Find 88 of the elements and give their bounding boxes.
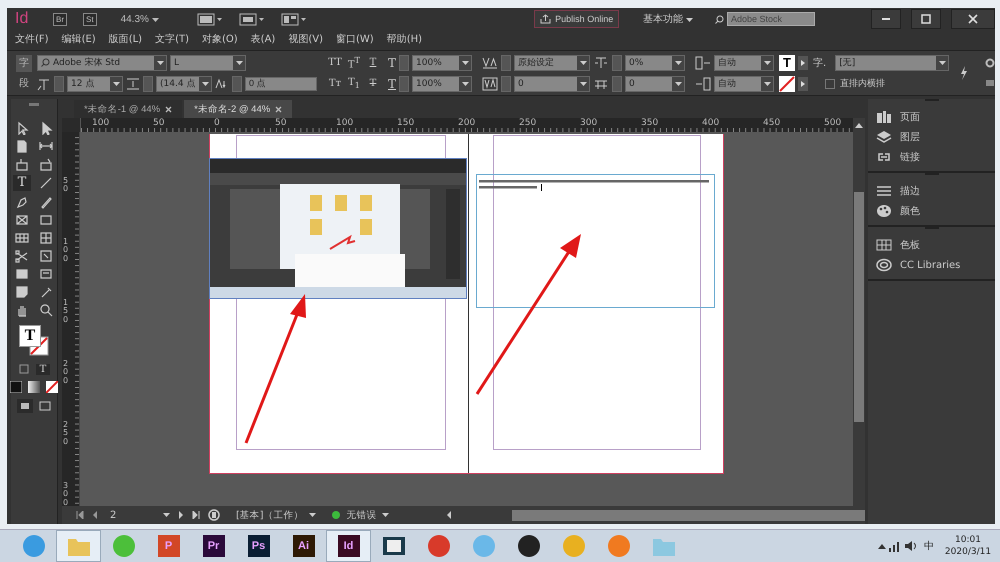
tracking-field[interactable]: 0 <box>514 76 590 92</box>
ruler-label: 500 <box>822 118 842 128</box>
type-style-button[interactable]: T$^{T}$ <box>346 54 362 70</box>
app-tile-icon: Pr <box>202 535 224 557</box>
text-fill-swatch[interactable]: T <box>779 54 796 70</box>
input-method-indicator[interactable]: 中 <box>924 539 934 553</box>
panel-item[interactable]: 链接 <box>868 147 995 167</box>
type-style-button[interactable]: T <box>365 78 381 89</box>
text-format-button[interactable]: T <box>36 364 50 374</box>
ruler-label: 200 <box>63 360 71 386</box>
app-tile-icon: Ps <box>248 535 270 557</box>
menu-item[interactable]: 帮助(H) <box>386 32 422 46</box>
ruler-label: 200 <box>456 118 476 128</box>
ruler-label: 250 <box>517 118 536 128</box>
page-number-dropdown[interactable]: 2 <box>106 508 170 522</box>
ruler-label: 400 <box>700 118 720 128</box>
taskbar-button[interactable]: Pr <box>192 531 235 561</box>
type-style-button[interactable]: T <box>365 57 381 68</box>
ruler-label: 250 <box>63 421 71 446</box>
taskbar-button[interactable]: Ps <box>237 531 280 561</box>
ruler-label: 50 <box>63 177 71 194</box>
kerning-dropdown[interactable]: 原始设定 <box>514 54 590 70</box>
horizontal-scale-icon: T <box>388 76 396 90</box>
menu-item[interactable]: 窗口(W) <box>336 32 374 46</box>
ruler-label: 350 <box>639 118 658 128</box>
ruler-label: 100 <box>63 238 71 264</box>
ruler-label: 150 <box>395 118 414 128</box>
vertical-scale-field[interactable]: 100% <box>412 54 472 70</box>
bridge-button[interactable]: Br <box>53 12 67 26</box>
menu-item[interactable]: 文件(F) <box>15 32 49 46</box>
publish-online-button[interactable]: Publish Online <box>534 10 620 28</box>
type-style-button[interactable]: TT <box>327 57 343 68</box>
ruler-label: 450 <box>761 118 780 128</box>
type-style-button[interactable]: T$_{1}$ <box>346 77 362 90</box>
panel-item[interactable]: 描边 <box>868 181 995 201</box>
tate-chu-yoko-checkbox[interactable]: 直排内横排 <box>825 77 886 90</box>
stock-search-field[interactable]: Adobe Stock <box>727 12 815 26</box>
grid-field[interactable]: 0 <box>625 76 686 92</box>
panel-item[interactable]: CC Libraries <box>868 255 995 275</box>
taskbar-button[interactable]: Ai <box>282 531 325 561</box>
character-style-dropdown[interactable]: [无] <box>835 54 950 70</box>
font-style-dropdown[interactable]: L <box>170 54 246 70</box>
baseline-shift-field[interactable]: 0 点 <box>245 76 317 90</box>
stock-button[interactable]: St <box>83 12 97 26</box>
leading-field[interactable]: (14.4 点 <box>156 76 212 92</box>
ruler-label: 150 <box>63 299 71 324</box>
app-tile-icon: Ai <box>292 535 314 557</box>
app-tile-icon: Id <box>338 535 360 557</box>
menu-item[interactable]: 文字(T) <box>155 32 189 46</box>
panel-item[interactable]: 颜色 <box>868 201 995 221</box>
preflight-dropdown[interactable]: 无错误 <box>332 508 432 522</box>
character-mode-button[interactable]: 字 <box>16 54 32 72</box>
tsume-field[interactable]: 0% <box>625 54 686 70</box>
type-tool-button[interactable]: T <box>13 175 31 191</box>
character-style-label: 字. <box>813 56 826 70</box>
zoom-dropdown[interactable]: 44.3% <box>120 14 181 24</box>
menu-item[interactable]: 编辑(E) <box>62 32 96 46</box>
clock[interactable]: 10:01 2020/3/11 <box>940 534 996 558</box>
menu-item[interactable]: 版面(L) <box>108 32 142 46</box>
panel-item[interactable]: 色板 <box>868 235 995 255</box>
document-tab[interactable]: *未命名-1 @ 44% <box>74 100 182 118</box>
menu-item[interactable]: 视图(V) <box>288 32 323 46</box>
app-tile-icon: P <box>158 535 180 557</box>
horizontal-scale-field[interactable]: 100% <box>412 76 472 92</box>
ruler-label: 50 <box>273 118 286 128</box>
ruler-label: 50 <box>151 118 164 128</box>
vertical-scale-icon: T <box>388 56 396 70</box>
font-size-field[interactable]: 12 点 <box>67 76 123 92</box>
auto-dropdown[interactable]: 自动 <box>714 54 774 70</box>
ruler-label: 100 <box>334 118 354 128</box>
ruler-label: 0 <box>212 118 220 128</box>
menu-item[interactable]: 表(A) <box>250 32 276 46</box>
document-tab[interactable]: *未命名-2 @ 44% <box>184 100 292 118</box>
fill-swatch[interactable]: T <box>19 325 41 347</box>
auto-dropdown[interactable]: 自动 <box>714 76 774 92</box>
font-family-dropdown[interactable]: Adobe 宋体 Std <box>37 54 167 70</box>
ruler-label: 300 <box>578 118 598 128</box>
ruler-label: 100 <box>90 118 110 128</box>
type-style-button[interactable]: Tт <box>327 78 343 89</box>
panel-item[interactable]: 图层 <box>868 127 995 147</box>
workflow-dropdown[interactable]: [基本]（工作） <box>236 508 316 522</box>
menu-item[interactable]: 对象(O) <box>202 32 238 46</box>
panel-item[interactable]: 页面 <box>868 107 995 127</box>
taskbar-button[interactable]: Id <box>327 531 370 561</box>
app-logo: Id <box>15 10 30 28</box>
paragraph-mode-button[interactable]: 段 <box>16 74 32 92</box>
ruler-label: 300 <box>63 482 71 506</box>
workspace-dropdown[interactable]: 基本功能 <box>637 11 699 27</box>
